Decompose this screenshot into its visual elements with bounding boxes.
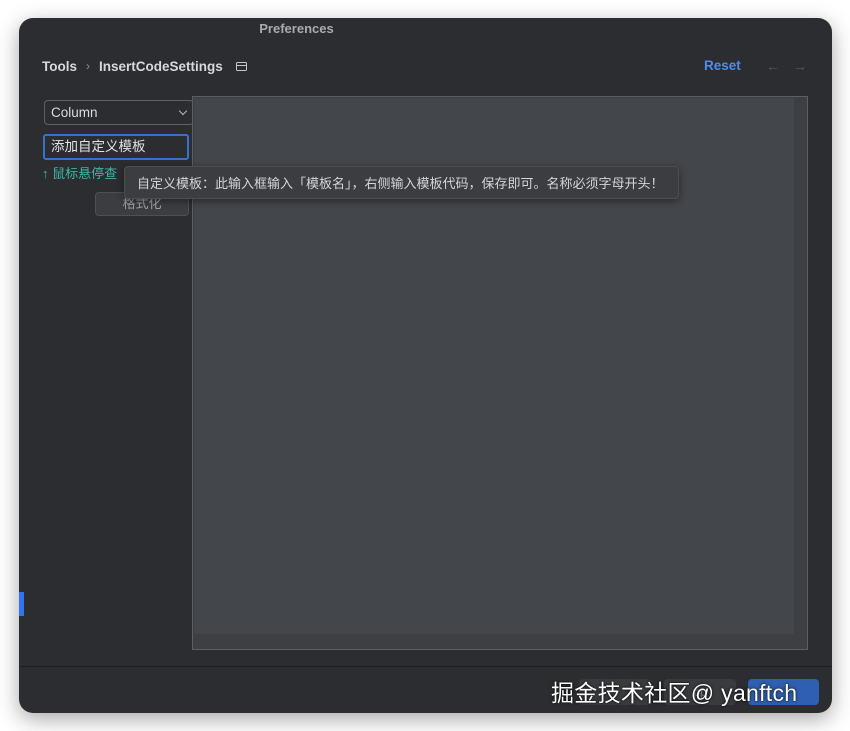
- chevron-down-icon: [178, 106, 188, 116]
- template-name-input[interactable]: 添加自定义模板: [43, 134, 189, 160]
- history-nav: ← →: [766, 58, 807, 74]
- selection-indicator: [19, 592, 24, 616]
- preferences-window: Preferences Tools › InsertCodeSettings R…: [19, 18, 832, 713]
- footer-divider: [19, 666, 832, 667]
- breadcrumb-tools[interactable]: Tools: [42, 59, 77, 74]
- window-icon: [235, 61, 247, 71]
- forward-arrow-icon[interactable]: →: [793, 58, 807, 74]
- back-arrow-icon[interactable]: ←: [766, 58, 780, 74]
- reset-button[interactable]: Reset: [704, 56, 741, 76]
- column-select[interactable]: Column: [44, 100, 194, 125]
- breadcrumb: Tools › InsertCodeSettings: [42, 56, 247, 76]
- tooltip: 自定义模板：此输入框输入「模板名」，右侧输入模板代码，保存即可。名称必须字母开头…: [124, 166, 679, 199]
- breadcrumb-insert-code-settings: InsertCodeSettings: [99, 58, 223, 74]
- select-value: Column: [51, 105, 98, 120]
- watermark: 掘金技术社区@ yanftch: [551, 680, 798, 706]
- hover-hint[interactable]: ↑ 鼠标悬停查: [42, 166, 117, 182]
- breadcrumb-separator: ›: [86, 59, 90, 73]
- window-title: Preferences: [259, 21, 334, 36]
